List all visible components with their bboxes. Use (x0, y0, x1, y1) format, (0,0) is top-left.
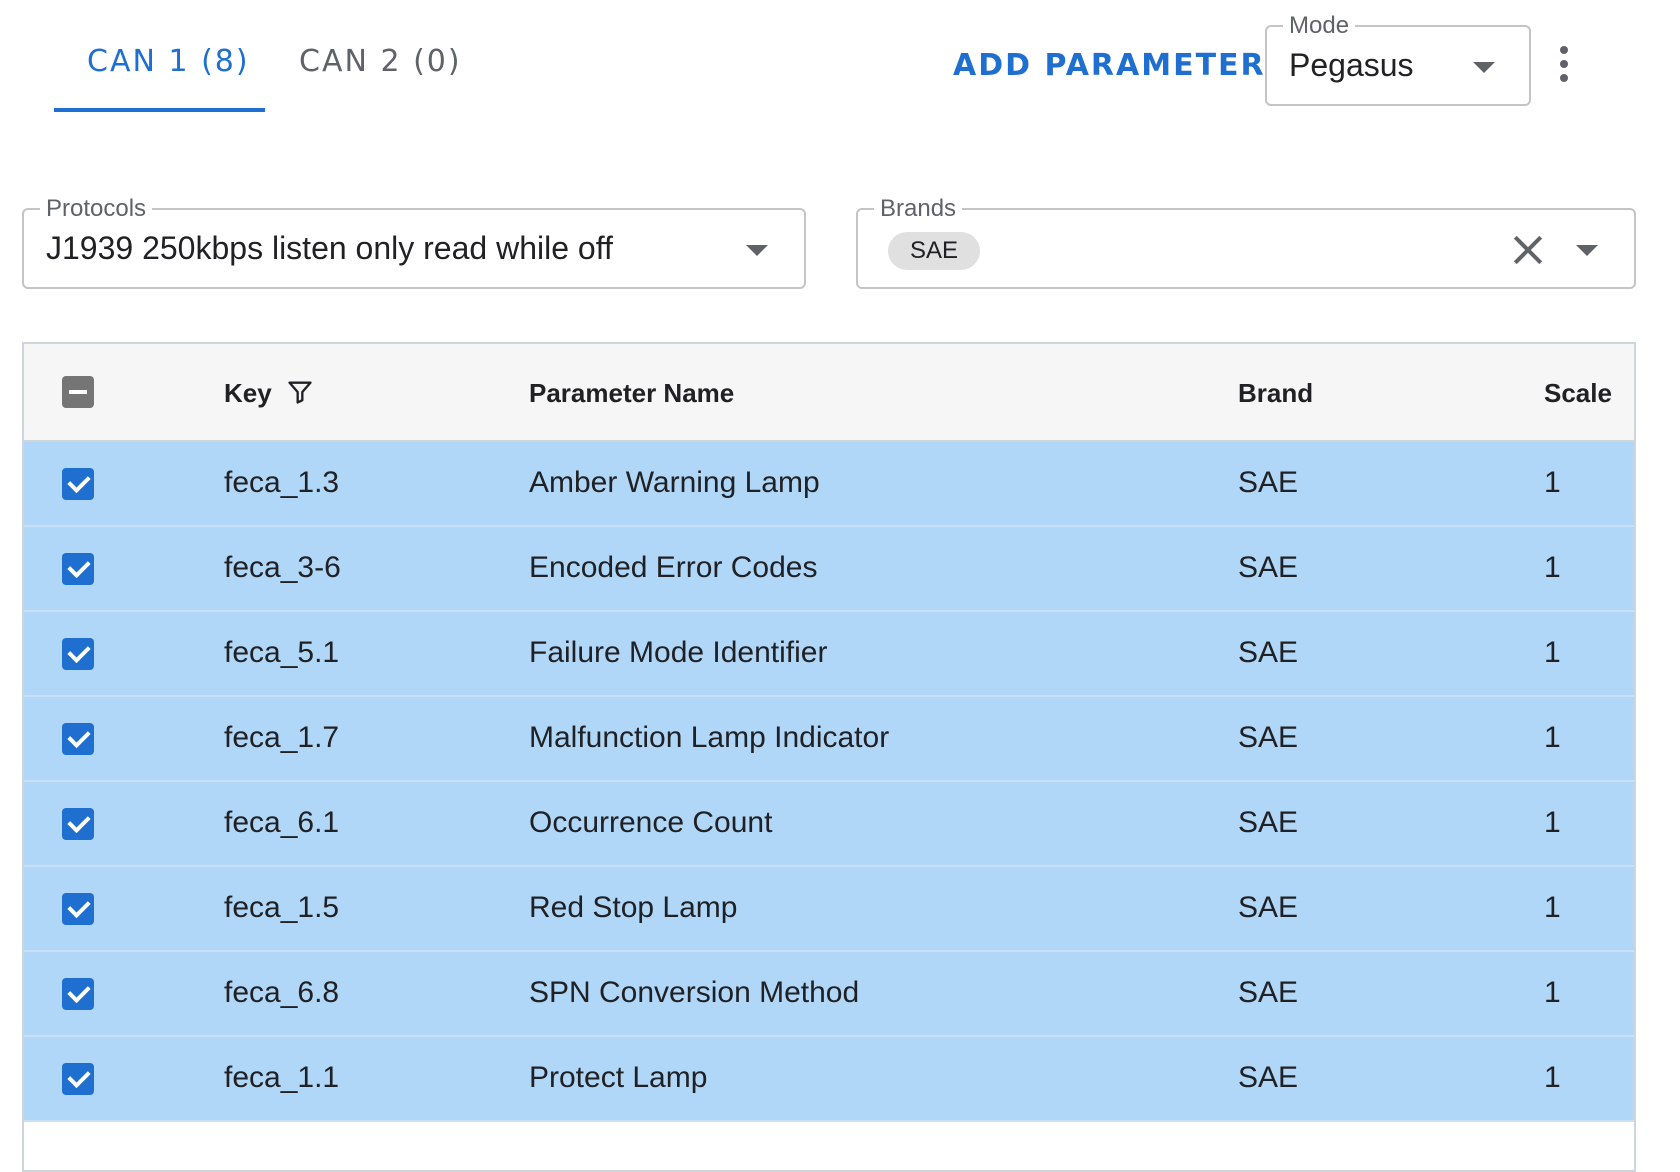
cell-parameter-name: Occurrence Count (529, 806, 773, 839)
row-checkbox[interactable] (62, 638, 94, 670)
column-header-scale[interactable]: Scale (1544, 378, 1612, 409)
mode-select[interactable]: Mode Pegasus (1265, 12, 1531, 106)
row-checkbox[interactable] (62, 553, 94, 585)
row-checkbox[interactable] (62, 893, 94, 925)
brand-chip[interactable]: SAE (888, 232, 981, 270)
cell-parameter-name: Failure Mode Identifier (529, 636, 828, 669)
mode-value: Pegasus (1289, 47, 1414, 83)
cell-parameter-name: Malfunction Lamp Indicator (529, 721, 890, 754)
cell-parameter-name: SPN Conversion Method (529, 976, 860, 1009)
tab-can2[interactable]: CAN 2 (0) (299, 44, 462, 79)
filter-icon[interactable] (286, 378, 314, 406)
cell-brand: SAE (1238, 551, 1299, 584)
cell-scale: 1 (1544, 806, 1561, 839)
cell-scale: 1 (1544, 976, 1561, 1009)
table-row[interactable]: feca_6.1 Occurrence Count SAE 1 (24, 782, 1634, 867)
cell-brand: SAE (1238, 891, 1299, 924)
cell-key: feca_3-6 (224, 551, 341, 584)
cell-brand: SAE (1238, 636, 1299, 669)
tab-can1[interactable]: CAN 1 (8) (87, 44, 250, 79)
chevron-down-icon (1473, 62, 1495, 73)
cell-parameter-name: Protect Lamp (529, 1061, 708, 1094)
protocols-select[interactable]: Protocols J1939 250kbps listen only read… (22, 195, 806, 289)
table-row[interactable]: feca_3-6 Encoded Error Codes SAE 1 (24, 527, 1634, 612)
cell-key: feca_1.5 (224, 891, 340, 924)
table-row[interactable]: feca_1.5 Red Stop Lamp SAE 1 (24, 867, 1634, 952)
cell-scale: 1 (1544, 1061, 1561, 1094)
table-row[interactable]: feca_5.1 Failure Mode Identifier SAE 1 (24, 612, 1634, 697)
column-header-brand[interactable]: Brand (1238, 378, 1313, 409)
cell-scale: 1 (1544, 551, 1561, 584)
row-checkbox[interactable] (62, 468, 94, 500)
mode-legend: Mode (1283, 12, 1356, 40)
cell-brand: SAE (1238, 806, 1299, 839)
cell-key: feca_1.1 (224, 1061, 340, 1094)
row-checkbox[interactable] (62, 808, 94, 840)
cell-scale: 1 (1544, 891, 1561, 924)
cell-key: feca_6.1 (224, 806, 340, 839)
parameters-table: Key Parameter Name Brand Scale feca_1.3 A… (22, 342, 1636, 1172)
table-header: Key Parameter Name Brand Scale (24, 344, 1634, 442)
column-header-parameter-name[interactable]: Parameter Name (529, 378, 734, 409)
table-row[interactable]: feca_6.8 SPN Conversion Method SAE 1 (24, 952, 1634, 1037)
chevron-down-icon (746, 245, 768, 256)
clear-icon[interactable] (1508, 230, 1548, 270)
row-checkbox[interactable] (62, 978, 94, 1010)
cell-brand: SAE (1238, 1061, 1299, 1094)
table-row[interactable]: feca_1.3 Amber Warning Lamp SAE 1 (24, 442, 1634, 527)
table-row[interactable]: feca_1.1 Protect Lamp SAE 1 (24, 1037, 1634, 1122)
cell-scale: 1 (1544, 466, 1561, 499)
cell-brand: SAE (1238, 721, 1299, 754)
table-row[interactable]: feca_1.7 Malfunction Lamp Indicator SAE 1 (24, 697, 1634, 782)
cell-brand: SAE (1238, 976, 1299, 1009)
cell-key: feca_6.8 (224, 976, 340, 1009)
cell-parameter-name: Amber Warning Lamp (529, 466, 820, 499)
chevron-down-icon (1576, 245, 1598, 256)
column-header-key[interactable]: Key (224, 378, 272, 409)
cell-key: feca_5.1 (224, 636, 340, 669)
brands-select[interactable]: Brands SAE (856, 195, 1636, 289)
more-options-icon[interactable] (1556, 44, 1572, 84)
cell-parameter-name: Encoded Error Codes (529, 551, 818, 584)
cell-key: feca_1.3 (224, 466, 340, 499)
cell-brand: SAE (1238, 466, 1299, 499)
protocols-legend: Protocols (40, 195, 153, 223)
protocols-value: J1939 250kbps listen only read while off (46, 230, 613, 266)
brands-legend: Brands (874, 195, 963, 223)
cell-key: feca_1.7 (224, 721, 340, 754)
cell-scale: 1 (1544, 721, 1561, 754)
cell-scale: 1 (1544, 636, 1561, 669)
select-all-checkbox[interactable] (62, 376, 94, 408)
cell-parameter-name: Red Stop Lamp (529, 891, 738, 924)
add-parameter-button[interactable]: ADD PARAMETER (953, 48, 1266, 83)
active-tab-indicator (54, 108, 265, 112)
row-checkbox[interactable] (62, 1063, 94, 1095)
row-checkbox[interactable] (62, 723, 94, 755)
